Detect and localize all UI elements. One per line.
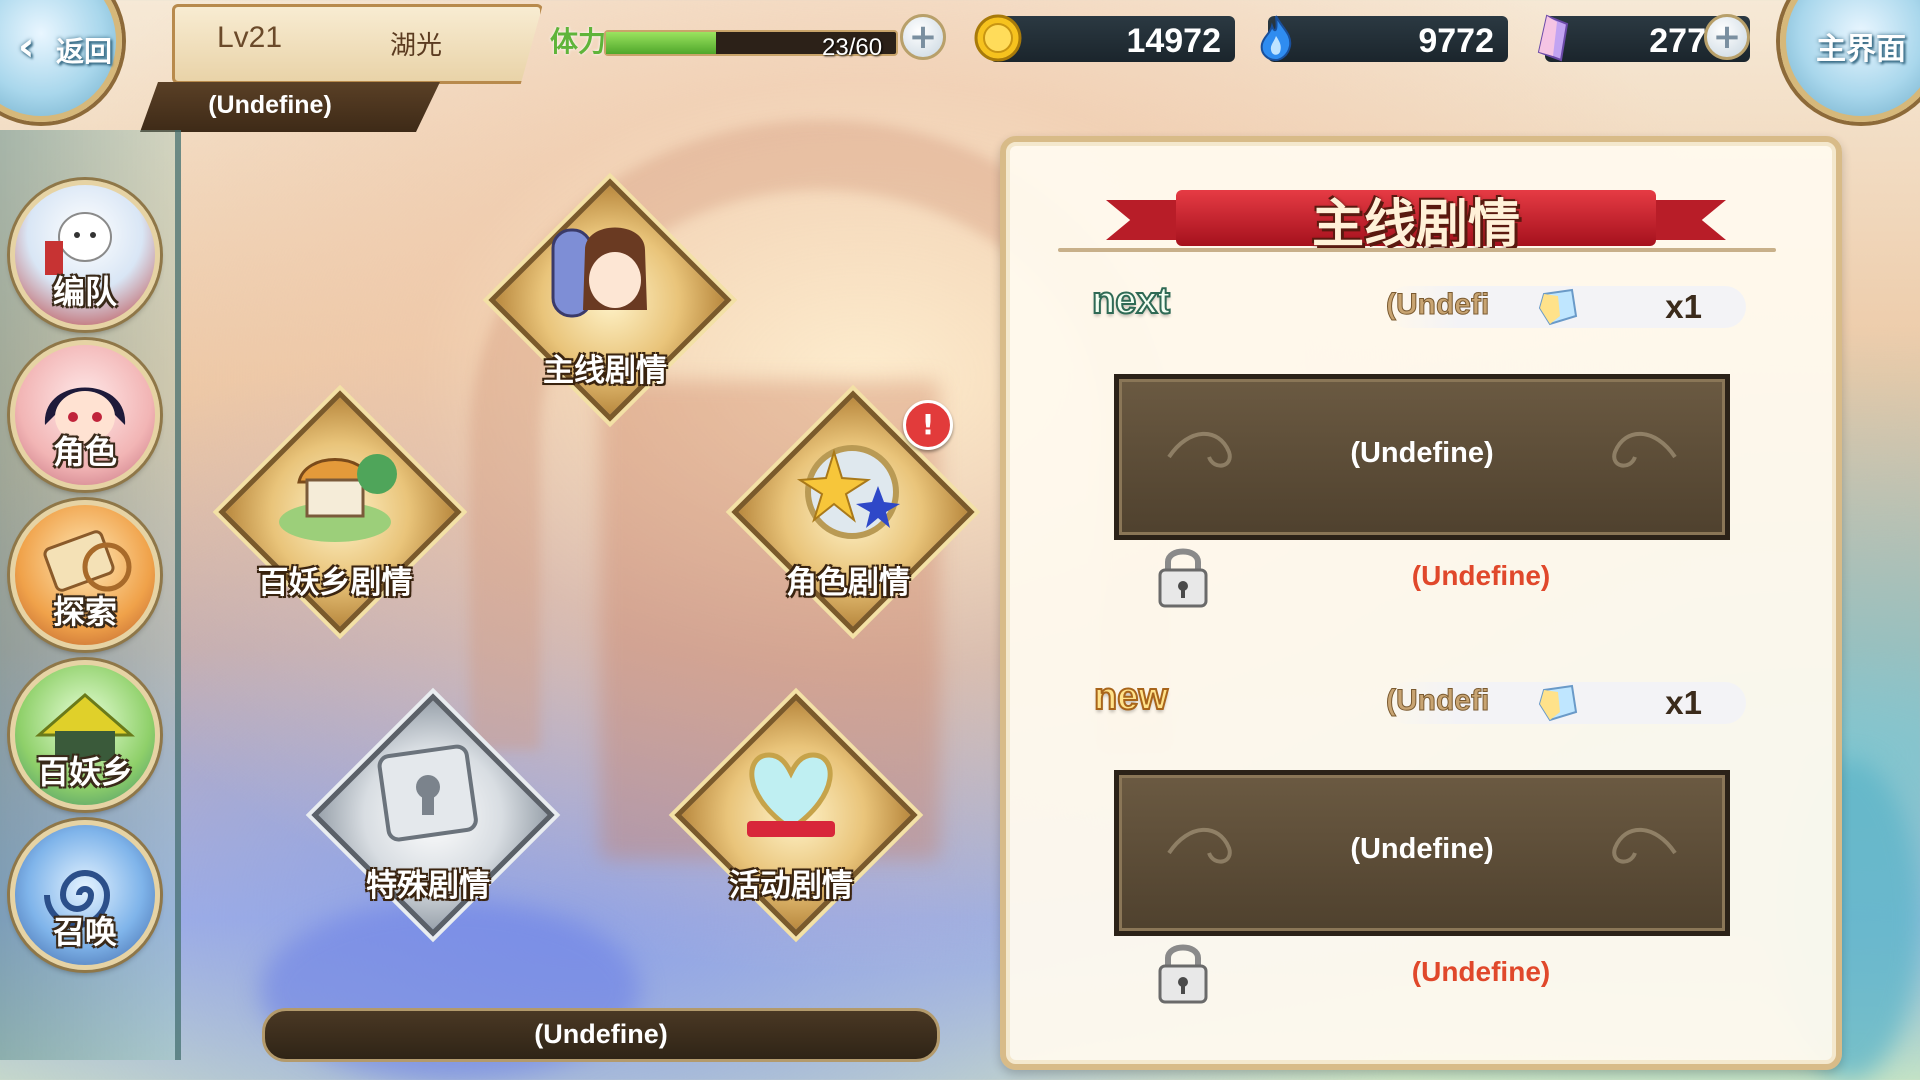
add-stamina-button[interactable]: + — [900, 14, 946, 60]
nav-character-label: 角色 — [52, 433, 117, 471]
bottom-info-bar: (Undefine) — [262, 1008, 940, 1062]
soulfire-amount: 9772 — [1418, 22, 1494, 60]
main-story-label: 主线剧情 — [543, 353, 667, 389]
new-reward-qty: x1 — [1665, 684, 1702, 721]
stamina-label: 体力 — [550, 25, 607, 58]
back-button[interactable]: ‹ 返回 — [0, 0, 122, 122]
character-story-button[interactable]: 角色剧情 ! — [731, 390, 975, 634]
gold-counter: 14972 — [974, 14, 1235, 62]
nav-village-button[interactable]: 百妖乡 — [10, 660, 160, 810]
nav-village-label: 百妖乡 — [36, 753, 133, 791]
next-reward-qty: x1 — [1665, 288, 1702, 325]
home-button[interactable]: 主界面 — [1780, 0, 1920, 122]
nav-character-button[interactable]: 角色 — [10, 340, 160, 490]
panel-title-ribbon: 主线剧情 — [1106, 178, 1726, 258]
blue-flame-icon — [1260, 15, 1292, 62]
player-name: 湖光 — [390, 31, 443, 61]
character-story-label: 角色剧情 — [786, 565, 910, 601]
next-label: next — [1091, 279, 1171, 323]
nav-team-button[interactable]: 编队 — [10, 180, 160, 330]
nav-team-label: 编队 — [52, 273, 117, 311]
stamina-bar: 体力 23/60 — [542, 16, 932, 62]
crystal-icon — [1537, 14, 1569, 62]
event-story-label: 活动剧情 — [729, 868, 853, 904]
nav-summon-button[interactable]: 召唤 — [10, 820, 160, 970]
player-level: Lv21 — [217, 21, 283, 54]
village-story-icon — [279, 454, 397, 542]
village-story-label: 百妖乡剧情 — [257, 565, 413, 601]
player-info-plate[interactable]: Lv21 湖光 — [172, 4, 543, 84]
new-story-slot[interactable]: (Undefine) — [1114, 770, 1730, 936]
nav-summon-label: 召唤 — [52, 913, 117, 951]
side-nav: 编队 角色 探索 百妖乡 召唤 — [0, 130, 181, 1060]
nav-explore-label: 探索 — [52, 593, 117, 631]
special-story-icon — [377, 744, 478, 842]
next-story-slot[interactable]: (Undefine) — [1114, 374, 1730, 540]
village-story-button[interactable]: 百妖乡剧情 — [218, 390, 462, 634]
next-reward: (Undefi x1 — [1385, 286, 1746, 328]
new-story-title: (Undefine) — [1350, 833, 1494, 865]
player-title: (Undefine) — [208, 91, 332, 119]
stamina-fill — [606, 32, 717, 54]
back-arrow-icon: ‹ — [18, 24, 35, 70]
gold-coin-icon — [974, 14, 1022, 62]
new-reward: (Undefi x1 — [1385, 682, 1746, 724]
title-divider — [1058, 248, 1776, 252]
next-reward-name: (Undefi — [1385, 288, 1490, 322]
soulfire-counter: 9772 — [1260, 15, 1508, 62]
stamina-value: 23/60 — [822, 34, 883, 61]
panel-title: 主线剧情 — [1311, 195, 1520, 255]
next-lock-text: (Undefine) — [1411, 560, 1551, 591]
player-title-plate: (Undefine) — [140, 82, 440, 132]
add-crystal-button[interactable]: + — [1704, 14, 1750, 60]
story-detail-panel: 主线剧情 next (Undefi x1 (Undefine) (Undefin… — [1000, 136, 1842, 1070]
bottom-info-text: (Undefine) — [534, 1019, 668, 1049]
gold-amount: 14972 — [1126, 22, 1221, 60]
event-story-button[interactable]: 活动剧情 — [674, 693, 918, 937]
next-story-title: (Undefine) — [1350, 437, 1494, 469]
main-story-button[interactable]: 主线剧情 — [488, 178, 732, 422]
nav-explore-button[interactable]: 探索 — [10, 500, 160, 650]
home-label: 主界面 — [1816, 32, 1906, 67]
gem-icon — [1538, 288, 1578, 326]
new-label: new — [1093, 675, 1169, 719]
new-reward-name: (Undefi — [1385, 684, 1490, 718]
special-story-label: 特殊剧情 — [366, 868, 490, 904]
gem-icon — [1538, 684, 1578, 722]
main-story-icon — [551, 227, 647, 318]
back-label: 返回 — [56, 35, 113, 68]
event-story-icon — [747, 752, 835, 837]
alert-badge: ! — [903, 400, 953, 450]
character-story-icon — [796, 445, 900, 539]
special-story-button[interactable]: 特殊剧情 — [311, 693, 555, 937]
new-lock-text: (Undefine) — [1411, 956, 1551, 987]
crystal-amount: 277 — [1649, 22, 1706, 60]
